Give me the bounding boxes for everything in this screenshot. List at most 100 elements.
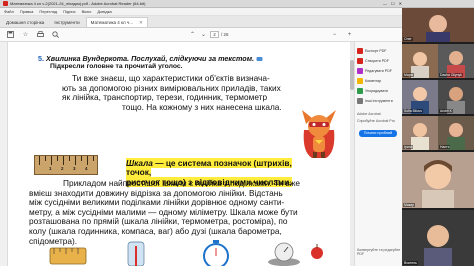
page-navigator: ⌃ ⌄ 2 / 26 [188, 30, 229, 39]
ruler-tick [81, 156, 82, 161]
ruler-label: 4 [85, 166, 88, 171]
task-5: 5. Хвилинка Вундеркота. Послухай, слідку… [38, 54, 300, 72]
participant-tile[interactable]: Настя [438, 116, 474, 150]
pencil-icon [256, 57, 263, 62]
tool-comment[interactable]: Коментар [357, 78, 381, 84]
acrobat-app-icon [3, 1, 8, 6]
print-icon[interactable] [36, 30, 45, 39]
apple-icon [311, 244, 323, 259]
menu-view[interactable]: Перегляд [39, 9, 57, 14]
menu-window[interactable]: Вікно [82, 9, 92, 14]
page-total: / 26 [221, 32, 229, 37]
promo-text: Спробуйте Acrobat Pro [357, 119, 395, 123]
tool-create-pdf[interactable]: Створити PDF [357, 58, 389, 64]
search-icon[interactable] [51, 30, 60, 39]
participant-name: Sofia Bilous [403, 109, 423, 113]
participant-tile[interactable]: Олег [402, 8, 474, 42]
maximize-button[interactable]: ☐ [391, 1, 395, 6]
task-number: 5. [38, 54, 44, 63]
export-pdf-icon [357, 48, 363, 54]
thermometer-icon [127, 241, 145, 266]
promo-heading: Adobe Acrobat [357, 112, 381, 116]
pdf-page: 5. Хвилинка Вундеркота. Послухай, слідку… [8, 42, 350, 266]
tab-bar: Домашня сторінка Інструменти Математика … [0, 16, 402, 28]
participant-tile[interactable]: Вчитель [402, 210, 474, 266]
tool-label: Редагувати PDF [365, 69, 392, 73]
tool-label: Експорт PDF [365, 49, 387, 53]
participant-name: Олег [403, 37, 413, 41]
tool-label: Інші інструменти [365, 99, 393, 103]
ruler-label: 3 [73, 166, 76, 171]
ruler-tick [63, 156, 64, 165]
tab-tools-label: Інструменти [54, 19, 80, 25]
participant-name: Dasha Oliynyk [439, 73, 463, 77]
menu-sign[interactable]: Підпис [63, 9, 76, 14]
participant-name: Настя [439, 145, 451, 149]
next-page-icon[interactable]: ⌄ [199, 30, 208, 39]
zoom-out-icon[interactable]: − [330, 30, 339, 39]
tab-document[interactable]: Математика 4 кл ч... ✕ [85, 17, 148, 27]
participant-video [424, 225, 452, 266]
tab-home-label: Домашня сторінка [6, 19, 45, 25]
participant-tile[interactable]: Макар [402, 152, 474, 208]
window-controls: — ☐ ✕ [383, 1, 402, 6]
ruler-tick [69, 156, 70, 161]
menu-bar: Файл Правка Перегляд Підпис Вікно Довідк… [0, 8, 402, 16]
window-title: Математика 4 кл ч.2(2021-24_лінадок).pdf… [10, 1, 146, 6]
tool-more[interactable]: Інші інструменти [357, 98, 393, 104]
participant-name: Ірина [403, 145, 414, 149]
close-tab-icon[interactable]: ✕ [139, 20, 143, 26]
page-number-input[interactable]: 2 [210, 31, 219, 38]
tab-home[interactable]: Домашня сторінка [2, 17, 49, 27]
scales-icon [268, 242, 300, 266]
bookmark-icon[interactable]: ☆ [21, 30, 30, 39]
comment-icon [357, 78, 363, 84]
definition-line: Шкала — це система позначок (штрихів, то… [126, 158, 296, 178]
menu-file[interactable]: Файл [4, 9, 14, 14]
menu-help[interactable]: Довідка [97, 9, 111, 14]
tool-label: Створити PDF [365, 59, 389, 63]
toolbar: ☆ ⌃ ⌄ 2 / 26 − + [0, 28, 402, 42]
tool-edit-pdf[interactable]: Редагувати PDF [357, 68, 392, 74]
wonder-cat-illustration [302, 110, 336, 158]
tool-organize[interactable]: Упорядкувати [357, 88, 388, 94]
zoom-in-icon[interactable]: + [345, 30, 354, 39]
left-nav-strip [0, 42, 8, 266]
participant-name: Andrii K [439, 109, 453, 113]
participant-tile[interactable]: Andrii K [438, 80, 474, 114]
trial-button[interactable]: Почати пробний [359, 130, 397, 137]
video-call-panel: Олег Марія Dasha Oliynyk Sofia Bilous An… [402, 8, 474, 266]
body-paragraph: Прикладом найпростішої шкали є лінійка з… [29, 178, 301, 246]
ruler-tick [57, 156, 58, 161]
pane-footer: Конвертуйте та редагуйте PDF [357, 248, 401, 257]
participant-name: Макар [403, 203, 416, 207]
menu-edit[interactable]: Правка [20, 9, 34, 14]
tape-measure-icon [49, 247, 87, 265]
participant-tile[interactable]: Ірина [402, 116, 438, 150]
ruler-tick [51, 156, 52, 165]
participant-tile[interactable]: Dasha Oliynyk [438, 44, 474, 78]
ruler-tick [93, 156, 94, 161]
tool-label: Упорядкувати [365, 89, 388, 93]
tab-tools[interactable]: Інструменти [50, 17, 84, 27]
save-icon[interactable] [6, 30, 15, 39]
close-window-button[interactable]: ✕ [399, 1, 402, 6]
participant-tile[interactable]: Марія [402, 44, 438, 78]
task-heading: Хвилинка Вундеркота. Послухай, слідкуючи… [46, 54, 255, 63]
stopwatch-icon [203, 240, 229, 266]
task-subheading: Підкресли головне та прочитай уголос. [50, 63, 183, 71]
participant-tile[interactable]: Sofia Bilous [402, 80, 438, 114]
participant-name: Вчитель [403, 261, 418, 265]
participant-video [422, 160, 454, 208]
tool-export-pdf[interactable]: Експорт PDF [357, 48, 387, 54]
tab-document-label: Математика 4 кл ч... [90, 20, 134, 25]
ruler-tick [39, 156, 40, 165]
create-pdf-icon [357, 58, 363, 64]
organize-pages-icon [357, 88, 363, 94]
minimize-button[interactable]: — [383, 1, 387, 6]
more-tools-icon [357, 98, 363, 104]
prev-page-icon[interactable]: ⌃ [188, 30, 197, 39]
ruler-label: 1 [49, 166, 52, 171]
ruler-tick [87, 156, 88, 165]
participant-name: Марія [403, 73, 415, 77]
